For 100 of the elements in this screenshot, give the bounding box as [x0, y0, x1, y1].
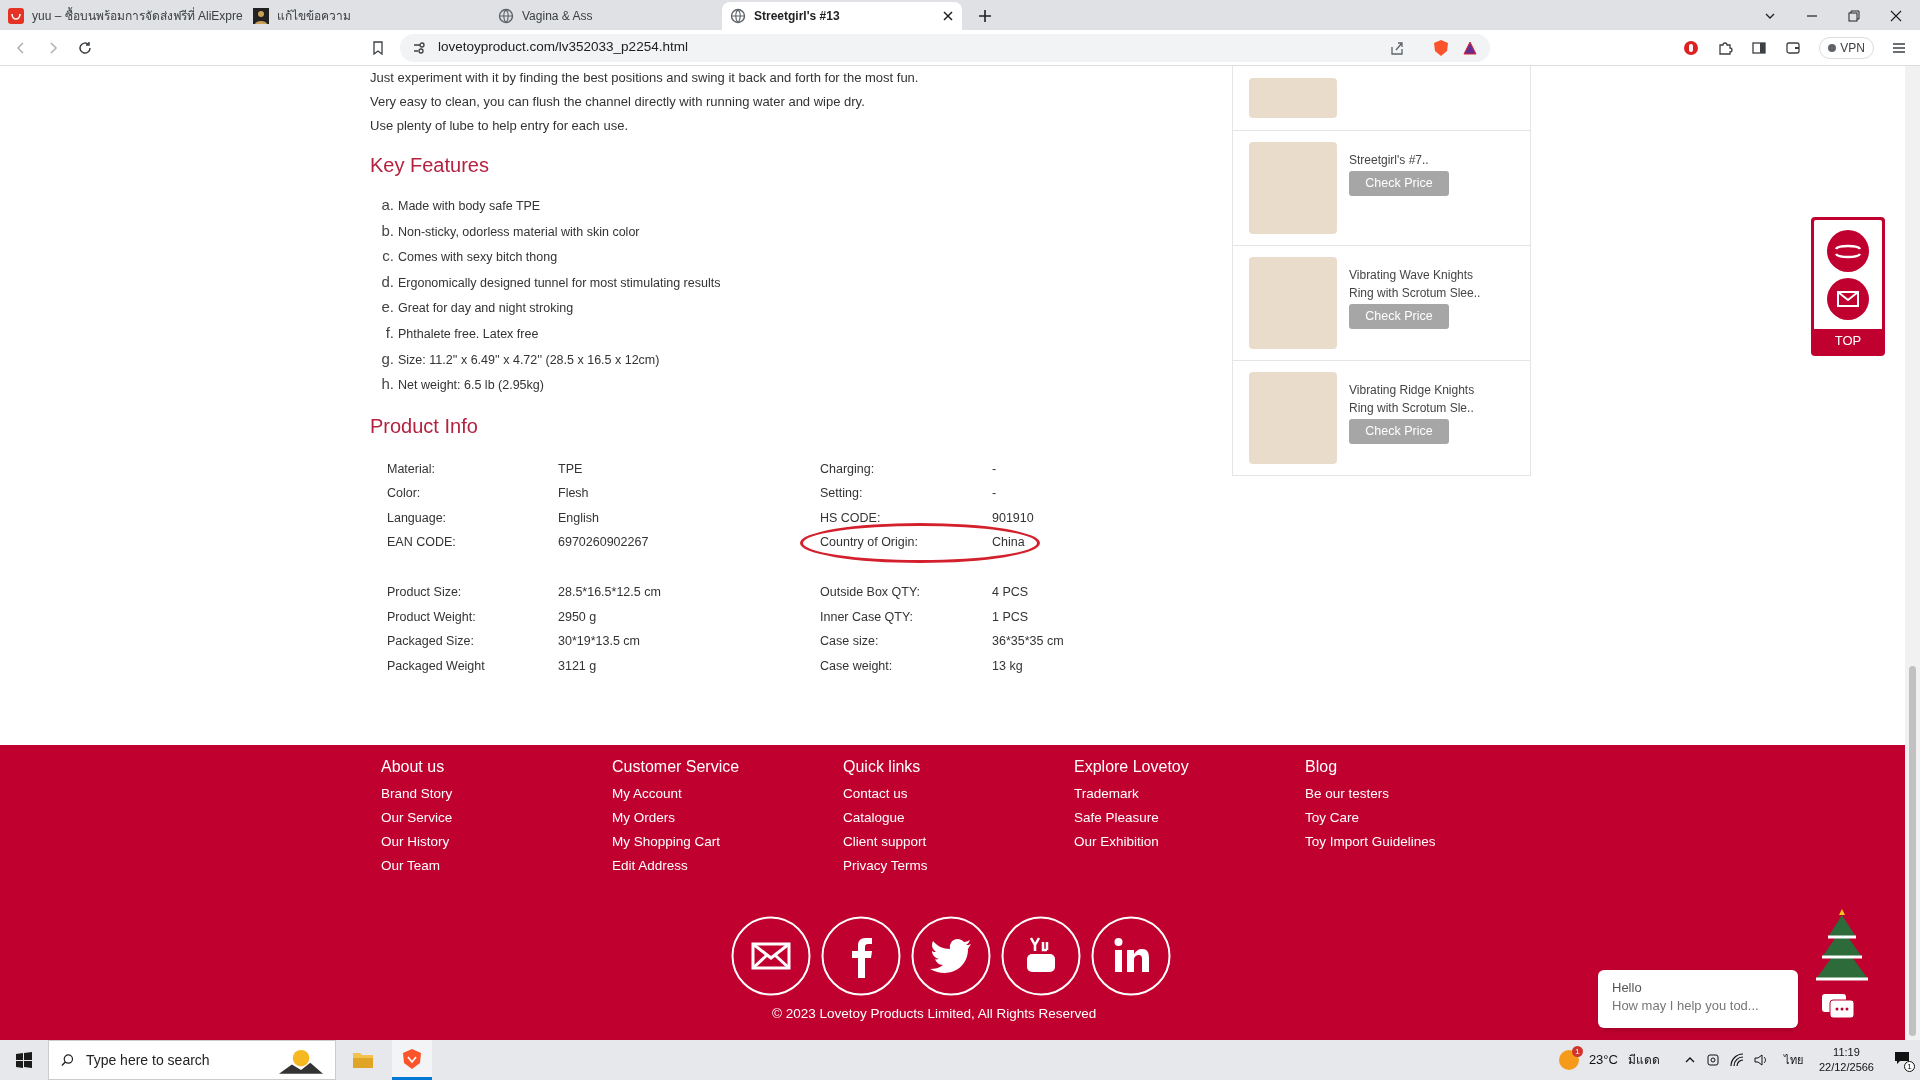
footer-link[interactable]: Toy Import Guidelines — [1305, 830, 1536, 854]
field-value: 13 kg — [992, 657, 1024, 675]
back-to-top-link[interactable]: TOP — [1814, 329, 1882, 353]
globe-icon — [498, 8, 514, 24]
linkedin-icon[interactable] — [1091, 916, 1171, 996]
field-label: Product Weight: — [387, 608, 477, 626]
stop-sign-icon[interactable] — [1683, 39, 1700, 56]
menu-icon[interactable] — [1892, 40, 1906, 55]
browser-tab[interactable]: Vagina & Ass — [490, 2, 722, 30]
search-icon — [61, 1053, 74, 1067]
clock-date[interactable]: 22/12/2566 — [1818, 1060, 1874, 1075]
feature-text: Comes with sexy bitch thong — [398, 249, 558, 267]
field-label: Outside Box QTY: — [820, 584, 922, 602]
globe-icon — [730, 8, 746, 24]
browser-tab[interactable]: yuu – ซื้อบนพร้อมการจัดส่งฟรีที่ AliExpre — [0, 2, 245, 30]
field-label: HS CODE: — [820, 509, 882, 527]
footer-link[interactable]: Brand Story — [381, 782, 612, 806]
feature-text: Net weight: 6.5 lb (2.95kg) — [398, 377, 544, 395]
field-value: 36*35*35 cm — [992, 633, 1065, 651]
bookmark-icon[interactable] — [372, 40, 384, 55]
list-marker: g. — [380, 348, 395, 369]
mail-icon[interactable] — [731, 916, 811, 996]
chat-bubble[interactable]: Hello How may I help you tod... — [1598, 970, 1798, 1028]
wallet-icon[interactable] — [1785, 39, 1802, 56]
wifi-icon[interactable] — [1729, 1053, 1744, 1067]
footer-link[interactable]: Our Exhibition — [1074, 830, 1305, 854]
camera-icon[interactable] — [1705, 1053, 1720, 1067]
footer-link[interactable]: Edit Address — [612, 854, 843, 878]
footer-link[interactable]: Our Service — [381, 806, 612, 830]
taskbar-search-field[interactable]: Type here to search — [48, 1040, 336, 1080]
taskbar-app-button[interactable] — [392, 1040, 432, 1080]
close-icon[interactable] — [1890, 10, 1902, 22]
field-label: Setting: — [820, 485, 864, 503]
search-field[interactable]: Type here to search — [85, 1049, 267, 1071]
browser-tab[interactable]: แก้ไขข้อความ — [245, 2, 490, 30]
field-value: 901910 — [992, 509, 1035, 527]
footer-link[interactable]: My Shopping Cart — [612, 830, 843, 854]
notification-count: 1 — [1904, 1061, 1915, 1072]
browser-tab[interactable]: Streetgirl's #13 — [722, 2, 962, 30]
windows-start-icon[interactable] — [16, 1052, 32, 1068]
footer-link[interactable]: Client support — [843, 830, 1074, 854]
list-marker: b. — [380, 220, 395, 241]
list-marker: e. — [380, 297, 395, 318]
field-value: - — [992, 460, 998, 478]
footer-link[interactable]: Privacy Terms — [843, 854, 1074, 878]
restore-icon[interactable] — [1848, 10, 1860, 22]
field-label: Color: — [387, 485, 422, 503]
close-icon[interactable] — [942, 10, 954, 22]
field-label: Language: — [387, 509, 448, 527]
footer-heading: Quick links — [843, 757, 922, 777]
footer-link[interactable]: My Orders — [612, 806, 843, 830]
chat-greeting: Hello — [1612, 979, 1643, 997]
language-indicator[interactable]: ไทย — [1783, 1051, 1803, 1069]
avatar-icon — [253, 8, 269, 24]
feature-text: Great for day and night stroking — [398, 300, 574, 318]
footer-heading: Blog — [1305, 757, 1339, 777]
facebook-icon[interactable] — [821, 916, 901, 996]
field-value: China — [992, 534, 1026, 552]
footer-link[interactable]: My Account — [612, 782, 843, 806]
youtube-icon[interactable] — [1001, 916, 1081, 996]
footer-link[interactable]: Toy Care — [1305, 806, 1536, 830]
share-icon[interactable] — [1390, 40, 1404, 55]
footer-link[interactable]: Safe Pleasure — [1074, 806, 1305, 830]
field-label: Packaged Size: — [387, 633, 475, 651]
copyright-text: © 2023 Lovetoy Products Limited, All Rights Reserved — [772, 1005, 1097, 1023]
product-link[interactable]: Streetgirl's #7.. — [1349, 151, 1499, 169]
new-tab-icon[interactable] — [978, 9, 992, 23]
clock-time[interactable]: 11:19 — [1833, 1045, 1860, 1060]
product-link[interactable]: Vibrating Wave Knights Ring with Scrotum Slee.. — [1349, 266, 1499, 302]
scrollbar[interactable] — [1905, 66, 1920, 1040]
reload-icon[interactable] — [78, 40, 92, 55]
footer-link[interactable]: Our History — [381, 830, 612, 854]
puzzle-icon[interactable] — [1717, 39, 1734, 56]
footer-link[interactable]: Catalogue — [843, 806, 1074, 830]
field-label: Charging: — [820, 460, 876, 478]
field-value: 28.5*16.5*12.5 cm — [558, 584, 662, 602]
lion-shield-icon[interactable] — [1432, 38, 1450, 57]
footer-link[interactable]: Our Team — [381, 854, 612, 878]
product-link[interactable]: Vibrating Ridge Knights Ring with Scrotum Sle.. — [1349, 381, 1499, 417]
field-value: 4 PCS — [992, 584, 1030, 602]
field-label: Packaged Weight — [387, 657, 486, 675]
field-value: 6970260902267 — [558, 534, 650, 552]
field-value: English — [558, 509, 600, 527]
field-value: Flesh — [558, 485, 590, 503]
field-label: Inner Case QTY: — [820, 608, 915, 626]
description-text: Use plenty of lube to help entry for each use. — [370, 117, 629, 135]
mail-icon[interactable] — [1827, 277, 1869, 320]
list-marker: a. — [380, 195, 395, 215]
address-bar[interactable]: lovetoyproduct.com/lv352033_p2254.html — [400, 33, 1490, 62]
feature-text: Ergonomically designed tunnel for most stimulating results — [398, 274, 721, 292]
footer-link[interactable]: Trademark — [1074, 782, 1305, 806]
field-label: Product Size: — [387, 584, 463, 602]
sidebar-icon[interactable] — [1751, 39, 1768, 56]
footer-link[interactable]: Be our testers — [1305, 782, 1536, 806]
footer-link[interactable]: Contact us — [843, 782, 1074, 806]
speaker-icon[interactable] — [1753, 1053, 1768, 1067]
triangle-icon[interactable] — [1462, 39, 1478, 56]
weather-text: มีแดด — [1627, 1052, 1660, 1069]
twitter-icon[interactable] — [911, 916, 991, 996]
field-value: 3121 g — [558, 657, 598, 675]
